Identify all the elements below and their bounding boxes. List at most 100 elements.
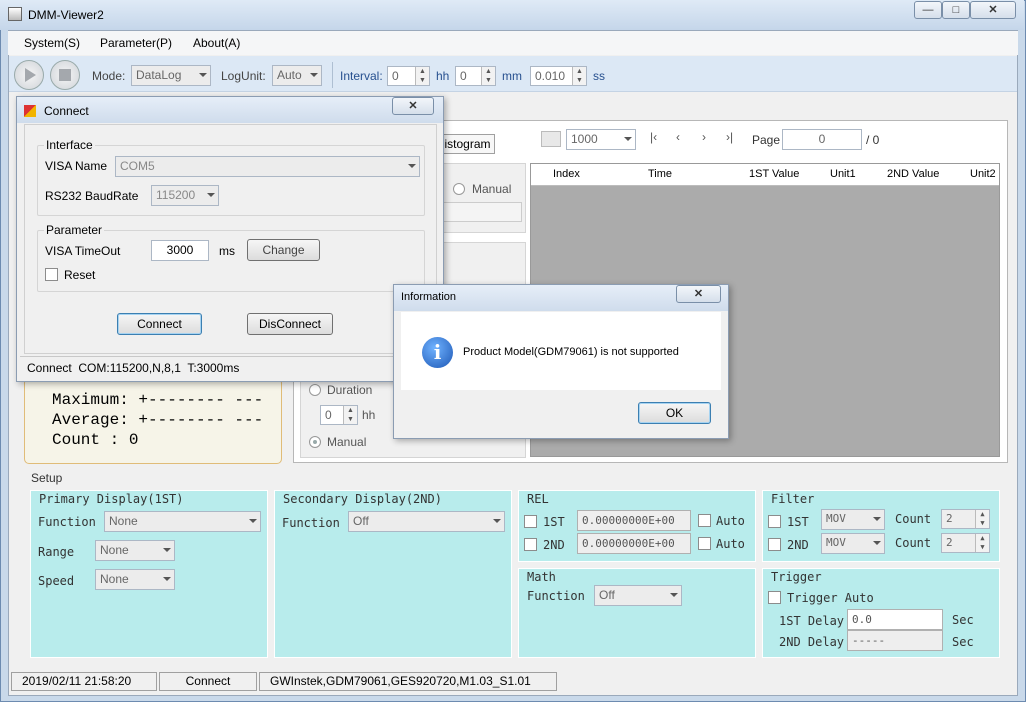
ok-button[interactable]: OK bbox=[638, 402, 711, 424]
duration-hh-input[interactable]: 0 ▲ ▼ bbox=[320, 405, 358, 425]
stop-button[interactable] bbox=[50, 60, 80, 90]
mode-value: DataLog bbox=[136, 68, 182, 82]
visa-name-label: VISA Name bbox=[45, 159, 108, 173]
export-icon[interactable] bbox=[541, 131, 561, 147]
spin-arrows-icon[interactable]: ▲ ▼ bbox=[975, 534, 989, 552]
logunit-label: LogUnit: bbox=[221, 69, 266, 83]
speed-select[interactable]: None bbox=[95, 569, 175, 590]
title-bar bbox=[0, 0, 1024, 30]
speed-label: Speed bbox=[38, 574, 75, 588]
manual-radio-2[interactable] bbox=[309, 436, 321, 448]
mode-input[interactable] bbox=[440, 202, 522, 222]
connect-close-button[interactable]: ✕ bbox=[392, 97, 434, 115]
baud-label: RS232 BaudRate bbox=[45, 189, 139, 203]
duration-label: Duration bbox=[327, 383, 373, 397]
math-function-label: Function bbox=[527, 589, 585, 603]
interval-mm-input[interactable]: 0 ▲ ▼ bbox=[455, 66, 496, 86]
filter-2nd-count-value: 2 bbox=[946, 536, 953, 549]
manual-radio[interactable] bbox=[453, 183, 465, 195]
rel-2nd-value[interactable]: 0.00000000E+00 bbox=[577, 533, 691, 554]
filter-1st-count[interactable]: 2 ▲ ▼ bbox=[941, 509, 990, 529]
math-title: Math bbox=[527, 570, 556, 584]
rel-2nd-auto-checkbox[interactable] bbox=[698, 537, 711, 550]
info-close-button[interactable]: ✕ bbox=[676, 285, 721, 303]
chevron-down-icon bbox=[670, 593, 678, 597]
mode-select[interactable]: DataLog bbox=[131, 65, 211, 86]
first-page-icon[interactable]: |‹ bbox=[650, 130, 657, 144]
rel-2nd-label: 2ND bbox=[543, 538, 565, 552]
trigger-1st-delay-input[interactable]: 0.0 bbox=[847, 609, 943, 630]
secondary-function-select[interactable]: Off bbox=[348, 511, 505, 532]
reset-checkbox[interactable] bbox=[45, 268, 58, 281]
filter-1st-count-label: Count bbox=[895, 512, 932, 526]
interval-hh-input[interactable]: 0 ▲ ▼ bbox=[387, 66, 430, 86]
filter-2nd-type-value: MOV bbox=[826, 536, 846, 549]
chevron-down-icon bbox=[163, 548, 171, 552]
baud-value: 115200 bbox=[156, 188, 196, 202]
filter-1st-checkbox[interactable] bbox=[768, 515, 781, 528]
trigger-2nd-delay-input[interactable]: ----- bbox=[847, 630, 943, 651]
filter-1st-type[interactable]: MOV bbox=[821, 509, 885, 530]
spin-arrows-icon[interactable]: ▲ ▼ bbox=[415, 67, 429, 85]
math-function-select[interactable]: Off bbox=[594, 585, 682, 606]
rel-1st-label: 1ST bbox=[543, 515, 565, 529]
duration-radio[interactable] bbox=[309, 384, 321, 396]
tab-histogram[interactable]: istogram bbox=[440, 134, 495, 154]
timeout-label: VISA TimeOut bbox=[45, 244, 121, 258]
rel-1st-checkbox[interactable] bbox=[524, 515, 537, 528]
interval-ss-input[interactable]: 0.010 ▲ ▼ bbox=[530, 66, 587, 86]
page-input[interactable]: 0 bbox=[782, 129, 862, 150]
col-time[interactable]: Time bbox=[648, 168, 672, 180]
play-button[interactable] bbox=[14, 60, 44, 90]
spin-arrows-icon[interactable]: ▲ ▼ bbox=[343, 406, 357, 424]
disconnect-button[interactable]: DisConnect bbox=[247, 313, 333, 335]
secondary-function-label: Function bbox=[282, 516, 340, 530]
manual-label-2: Manual bbox=[327, 435, 367, 449]
filter-1st-label: 1ST bbox=[787, 515, 809, 529]
filter-2nd-type[interactable]: MOV bbox=[821, 533, 885, 554]
minimize-button[interactable]: — bbox=[914, 1, 942, 19]
maximize-button[interactable]: □ bbox=[942, 1, 970, 19]
change-button[interactable]: Change bbox=[247, 239, 320, 261]
chevron-down-icon bbox=[310, 73, 318, 77]
last-page-icon[interactable]: ›| bbox=[726, 130, 733, 144]
parameter-title: Parameter bbox=[44, 223, 105, 237]
trigger-auto-checkbox[interactable] bbox=[768, 591, 781, 604]
visa-name-select[interactable]: COM5 bbox=[115, 156, 420, 177]
filter-2nd-checkbox[interactable] bbox=[768, 538, 781, 551]
primary-function-select[interactable]: None bbox=[104, 511, 261, 532]
filter-2nd-count[interactable]: 2 ▲ ▼ bbox=[941, 533, 990, 553]
chevron-down-icon bbox=[624, 137, 632, 141]
stat-maximum: Maximum: +-------- --- bbox=[52, 391, 264, 409]
col-unit1[interactable]: Unit1 bbox=[830, 168, 856, 180]
connect-button[interactable]: Connect bbox=[117, 313, 202, 335]
logunit-select[interactable]: Auto bbox=[272, 65, 322, 86]
col-unit2[interactable]: Unit2 bbox=[970, 168, 996, 180]
range-select[interactable]: None bbox=[95, 540, 175, 561]
rel-2nd-checkbox[interactable] bbox=[524, 538, 537, 551]
spin-arrows-icon[interactable]: ▲ ▼ bbox=[572, 67, 586, 85]
col-1st-value[interactable]: 1ST Value bbox=[749, 168, 799, 180]
menu-about[interactable]: About(A) bbox=[193, 36, 240, 50]
col-2nd-value[interactable]: 2ND Value bbox=[887, 168, 939, 180]
chevron-down-icon bbox=[199, 73, 207, 77]
menu-system[interactable]: System(S) bbox=[24, 36, 80, 50]
rel-1st-value[interactable]: 0.00000000E+00 bbox=[577, 510, 691, 531]
spin-arrows-icon[interactable]: ▲ ▼ bbox=[975, 510, 989, 528]
timeout-input[interactable]: 3000 bbox=[151, 240, 209, 261]
filter-2nd-count-label: Count bbox=[895, 536, 932, 550]
baud-select[interactable]: 115200 bbox=[151, 185, 219, 206]
close-button[interactable]: ✕ bbox=[970, 1, 1016, 19]
rel-1st-auto-checkbox[interactable] bbox=[698, 514, 711, 527]
interval-hh-value: 0 bbox=[392, 69, 399, 83]
next-page-icon[interactable]: › bbox=[702, 130, 706, 144]
interface-title: Interface bbox=[44, 138, 95, 152]
trigger-1st-delay-label: 1ST Delay bbox=[779, 614, 845, 628]
col-index[interactable]: Index bbox=[553, 168, 580, 180]
spin-arrows-icon[interactable]: ▲ ▼ bbox=[481, 67, 495, 85]
prev-page-icon[interactable]: ‹ bbox=[676, 130, 680, 144]
chevron-down-icon bbox=[249, 519, 257, 523]
menu-parameter[interactable]: Parameter(P) bbox=[100, 36, 172, 50]
rows-select[interactable]: 1000 bbox=[566, 129, 636, 150]
play-icon bbox=[25, 68, 36, 82]
